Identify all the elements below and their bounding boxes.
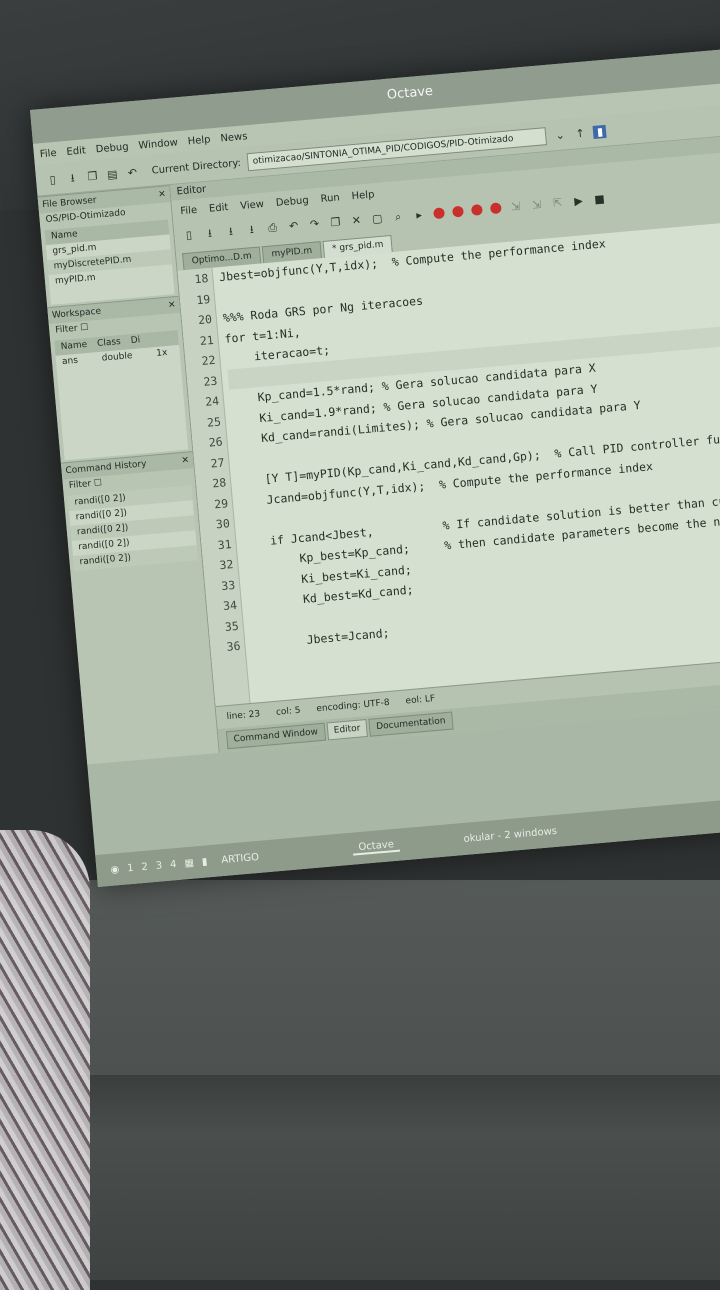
step-out-icon[interactable]: ⇱ xyxy=(551,195,565,209)
line-number: 31 xyxy=(217,536,233,552)
task-octave[interactable]: Octave xyxy=(351,838,401,856)
task-okular[interactable]: okular - 2 windows xyxy=(457,825,563,845)
status-eol: eol: LF xyxy=(405,693,436,707)
status-line: line: 23 xyxy=(226,709,261,723)
undo-icon[interactable]: ↶ xyxy=(125,165,139,179)
workspace-1[interactable]: 1 xyxy=(127,862,134,874)
line-number: 23 xyxy=(202,373,218,389)
editor-menu-view[interactable]: View xyxy=(240,198,265,211)
editor-panel: Editor File Edit View Debug Run Help ▯ ⭳… xyxy=(170,130,720,753)
print-icon[interactable]: ⎙ xyxy=(266,220,280,234)
open-file-icon[interactable]: ⭳ xyxy=(66,171,80,185)
run-icon[interactable]: ▶ xyxy=(571,193,585,208)
breakpoint-next-icon[interactable] xyxy=(451,205,464,218)
editor-menu-file[interactable]: File xyxy=(180,204,198,216)
bookmark-icon[interactable]: ▸ xyxy=(412,207,426,221)
browse-folder-icon[interactable]: ▮ xyxy=(592,124,608,139)
code-area[interactable]: 18 19 20 21 22 23 24 25 26 27 28 29 30 31 32 33 34 35 36 J… xyxy=(177,216,720,707)
line-number: 25 xyxy=(206,414,222,430)
workspace-table: Name Class Di ans double 1x xyxy=(54,329,189,461)
file-list: Name grs_pid.m myDiscretePID.m myPID.m xyxy=(44,219,175,305)
octave-window: Octave File Edit Debug Window Help News … xyxy=(30,43,720,888)
folder-icon[interactable]: ▮ xyxy=(201,856,207,867)
open-icon[interactable]: ⭳ xyxy=(203,226,217,240)
line-number: 32 xyxy=(218,557,234,573)
task-artigo[interactable]: ARTIGO xyxy=(215,851,266,866)
line-number: 30 xyxy=(215,516,231,532)
tab-documentation[interactable]: Documentation xyxy=(368,711,454,737)
close-icon[interactable]: ✕ xyxy=(167,297,176,314)
status-col: col: 5 xyxy=(275,705,301,718)
undo-icon[interactable]: ↶ xyxy=(287,218,301,233)
breakpoint-icon[interactable] xyxy=(433,206,445,219)
new-script-icon[interactable]: ▯ xyxy=(182,228,196,242)
chevron-down-icon[interactable]: ⌄ xyxy=(553,128,567,142)
file-manager-icon[interactable]: ▦ xyxy=(184,857,194,869)
workspace-4[interactable]: 4 xyxy=(170,859,177,871)
history-list: randi([0 2]) randi([0 2]) randi([0 2]) r… xyxy=(67,485,198,571)
line-number: 33 xyxy=(220,577,236,593)
close-icon[interactable]: ✕ xyxy=(158,187,167,204)
line-number: 20 xyxy=(197,311,213,328)
remove-breakpoints-icon[interactable] xyxy=(489,201,502,214)
line-number: 18 xyxy=(193,271,209,287)
save-icon[interactable]: ⭳ xyxy=(224,224,238,238)
menu-file[interactable]: File xyxy=(39,147,57,159)
new-file-icon[interactable]: ▯ xyxy=(46,172,60,186)
person-shirt xyxy=(0,830,90,1290)
system-taskbar: ◉ 1 2 3 4 ▦ ▮ ARTIGO Octave okular - 2 w… xyxy=(95,787,720,888)
code-lines[interactable]: Jbest=objfunc(Y,T,idx); % Compute the pe… xyxy=(212,221,720,703)
line-number: 36 xyxy=(226,638,242,654)
parent-directory-icon[interactable]: ↑ xyxy=(573,126,587,140)
step-in-icon[interactable]: ⇲ xyxy=(530,197,544,211)
close-icon[interactable]: ✕ xyxy=(181,452,190,469)
line-number: 28 xyxy=(211,475,227,491)
copy-icon[interactable]: ❐ xyxy=(85,169,99,183)
breakpoint-prev-icon[interactable] xyxy=(470,203,483,216)
copy-icon[interactable]: ❐ xyxy=(328,215,342,229)
line-number: 29 xyxy=(213,495,229,511)
menu-help[interactable]: Help xyxy=(187,134,211,147)
line-number: 24 xyxy=(204,393,220,409)
paste-icon[interactable]: ▤ xyxy=(105,167,119,181)
line-number: 21 xyxy=(199,332,215,348)
current-directory-label: Current Directory: xyxy=(151,157,242,177)
step-icon[interactable]: ⇲ xyxy=(509,199,523,213)
paste-icon[interactable]: ▢ xyxy=(370,211,384,225)
tab-editor[interactable]: Editor xyxy=(326,718,369,741)
redo-icon[interactable]: ↷ xyxy=(307,217,321,231)
line-number: 27 xyxy=(209,454,226,471)
workspace-3[interactable]: 3 xyxy=(155,860,162,872)
stop-icon[interactable]: ■ xyxy=(592,192,606,206)
line-number: 35 xyxy=(224,618,240,634)
menu-window[interactable]: Window xyxy=(138,137,178,151)
workspace-2[interactable]: 2 xyxy=(141,861,148,873)
tab-command-window[interactable]: Command Window xyxy=(225,722,326,750)
save-as-icon[interactable]: ⭳ xyxy=(245,222,259,236)
menu-edit[interactable]: Edit xyxy=(66,145,86,158)
editor-menu-help[interactable]: Help xyxy=(351,189,375,202)
editor-menu-run[interactable]: Run xyxy=(320,192,340,205)
editor-menu-edit[interactable]: Edit xyxy=(209,202,229,215)
editor-menu-debug[interactable]: Debug xyxy=(275,195,309,209)
line-number: 19 xyxy=(195,291,211,307)
menu-news[interactable]: News xyxy=(220,131,248,144)
apps-menu-icon[interactable]: ◉ xyxy=(110,864,120,876)
line-number: 22 xyxy=(201,352,217,368)
line-number: 34 xyxy=(222,597,238,614)
menu-debug[interactable]: Debug xyxy=(95,141,129,155)
line-number: 26 xyxy=(208,434,224,450)
find-icon[interactable]: ⌕ xyxy=(391,209,405,223)
cut-icon[interactable]: ✕ xyxy=(349,213,363,227)
screen-ledge xyxy=(0,1075,720,1135)
